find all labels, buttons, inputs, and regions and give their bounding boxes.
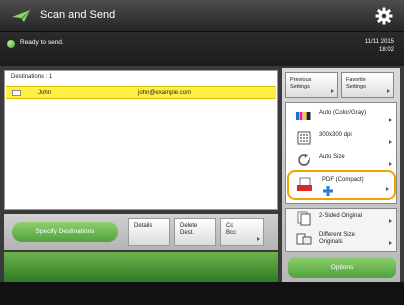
destination-list: Destinations : 1 John john@example.com (4, 70, 278, 210)
resolution-label: 300x300 dpi (319, 132, 352, 138)
destination-count: Destinations : 1 (11, 74, 53, 80)
color-mode-label: Auto (Color/Gray) (319, 110, 367, 116)
chevron-right-icon (387, 89, 390, 93)
date-text: 11/11 2015 (364, 39, 394, 45)
chevron-right-icon (389, 241, 392, 245)
color-mode-icon (296, 112, 311, 120)
chevron-right-icon (389, 162, 392, 166)
chevron-right-icon (389, 118, 392, 122)
different-size-icon (296, 233, 312, 245)
favorite-settings-button[interactable]: Favorite Settings (341, 72, 394, 98)
time-text: 18:02 (378, 47, 394, 53)
app-title: Scan and Send (40, 9, 116, 21)
favorite-label-line1: Favorite (346, 77, 366, 83)
different-size-line1: Different Size (319, 232, 355, 238)
details-button[interactable]: Details (128, 218, 170, 246)
file-format-label: PDF (Compact) (322, 177, 364, 183)
different-size-originals-setting[interactable]: Different Size Originals (286, 228, 396, 251)
two-sided-icon (297, 211, 311, 226)
destination-row[interactable]: John john@example.com (6, 86, 276, 99)
previous-label-line2: Settings (290, 84, 310, 90)
previous-settings-button[interactable]: Previous Settings (285, 72, 338, 98)
different-size-line2: Originals (319, 239, 343, 245)
add-plus-icon (323, 186, 333, 196)
chevron-right-icon (331, 89, 334, 93)
status-message: Ready to send. (20, 39, 64, 46)
ready-status-icon (7, 40, 15, 48)
favorite-label-line2: Settings (346, 84, 366, 90)
settings-gear-icon[interactable] (374, 6, 394, 26)
chevron-right-icon (386, 187, 389, 191)
delete-label-line2: Dest. (180, 230, 195, 236)
file-format-setting[interactable]: PDF (Compact) (287, 170, 396, 200)
cc-label-line1: Cc (226, 223, 234, 229)
scan-size-setting[interactable]: Auto Size (286, 148, 396, 172)
delete-label-line1: Delete (180, 223, 198, 229)
color-mode-setting[interactable]: Auto (Color/Gray) (286, 104, 396, 128)
destination-name: John (38, 90, 52, 96)
cc-bcc-button[interactable]: Cc Bcc (220, 218, 264, 246)
footer-bar (0, 282, 404, 305)
chevron-right-icon (257, 237, 260, 241)
options-button[interactable]: Options (288, 257, 396, 278)
details-label: Details (134, 223, 153, 229)
two-sided-label: 2-Sided Original (319, 213, 363, 219)
scan-size-label: Auto Size (319, 154, 345, 160)
bottom-green-bar (4, 252, 278, 282)
scan-size-icon (298, 154, 310, 166)
resolution-icon (297, 131, 311, 145)
chevron-right-icon (389, 140, 392, 144)
status-bar: Ready to send. 11/11 2015 18:02 (0, 32, 404, 66)
email-type-icon (12, 90, 21, 96)
title-bar: Scan and Send (0, 0, 404, 32)
two-sided-original-setting[interactable]: 2-Sided Original (286, 208, 396, 228)
specify-destinations-button[interactable]: Specify Destinations (12, 222, 118, 242)
cc-label-line2: Bcc (226, 230, 237, 236)
pdf-format-icon (297, 177, 312, 191)
destination-email: john@example.com (138, 90, 192, 96)
chevron-right-icon (389, 219, 392, 223)
date-time: 11/11 2015 18:02 (365, 38, 394, 54)
different-size-label: Different Size Originals (319, 232, 355, 246)
delete-destination-button[interactable]: Delete Dest. (174, 218, 216, 246)
resolution-setting[interactable]: 300x300 dpi (286, 126, 396, 150)
scan-send-app-icon (12, 10, 30, 22)
previous-label-line1: Previous (290, 77, 312, 83)
